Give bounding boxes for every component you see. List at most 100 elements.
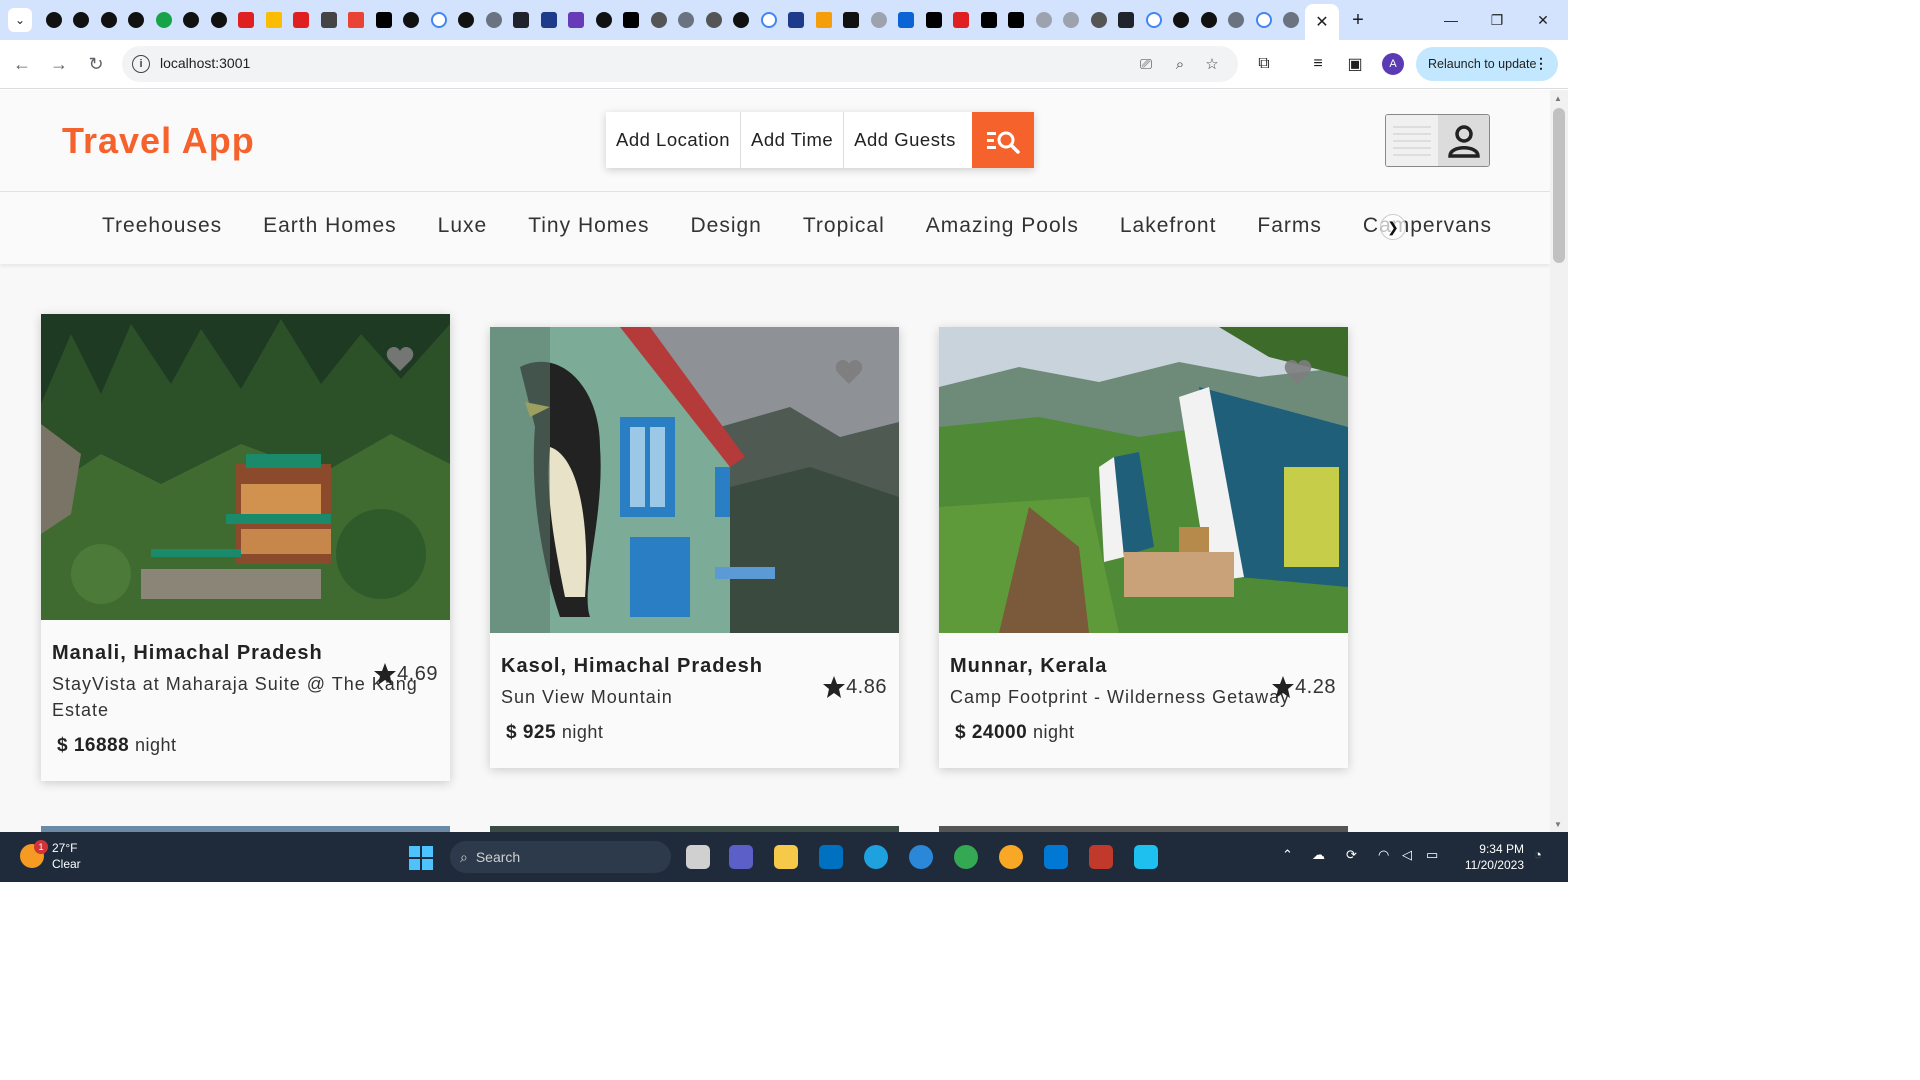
- listing-photo[interactable]: [490, 327, 899, 633]
- tab-github[interactable]: [1168, 8, 1196, 32]
- tab-medium[interactable]: [1003, 8, 1031, 32]
- tab-github[interactable]: [1195, 8, 1223, 32]
- active-tab-close-icon[interactable]: ✕: [1305, 4, 1339, 40]
- tab-drive[interactable]: [260, 8, 288, 32]
- chevron-right-icon[interactable]: ❯: [1380, 214, 1406, 240]
- address-bar[interactable]: i localhost:3001 ⎚ ⌕ ☆: [122, 46, 1238, 82]
- category-earth-homes[interactable]: Earth Homes: [263, 214, 397, 238]
- tab-youtube[interactable]: [233, 8, 261, 32]
- tab-globe[interactable]: [1223, 8, 1251, 32]
- tab-github[interactable]: [728, 8, 756, 32]
- listing-card[interactable]: Munnar, Kerala 4.28 Camp Footprint - Wil…: [939, 327, 1348, 768]
- battery-icon[interactable]: ▭: [1426, 847, 1438, 863]
- media-controls-icon[interactable]: ≡: [1307, 53, 1329, 75]
- heart-icon[interactable]: [386, 346, 414, 372]
- teams-icon[interactable]: [729, 845, 753, 869]
- snipping-tool-icon[interactable]: [1089, 845, 1113, 869]
- taskbar-search-input[interactable]: ⌕ Search: [450, 841, 671, 873]
- scroll-up-icon[interactable]: ▲: [1554, 94, 1562, 103]
- tab-google[interactable]: [1140, 8, 1168, 32]
- tab-react[interactable]: [508, 8, 536, 32]
- relaunch-button[interactable]: Relaunch to update ⋮: [1416, 47, 1558, 81]
- tab-github[interactable]: [178, 8, 206, 32]
- tab-youtube[interactable]: [948, 8, 976, 32]
- url-text[interactable]: localhost:3001: [160, 55, 250, 71]
- add-guests-button[interactable]: Add Guests: [844, 112, 966, 168]
- tab-outlook[interactable]: [893, 8, 921, 32]
- install-app-icon[interactable]: ⎚: [1136, 54, 1156, 74]
- minimize-icon[interactable]: —: [1428, 0, 1474, 40]
- tab-medium[interactable]: [618, 8, 646, 32]
- listing-photo[interactable]: [939, 327, 1348, 633]
- tab-globe[interactable]: [480, 8, 508, 32]
- tab-app[interactable]: [838, 8, 866, 32]
- tab-github[interactable]: [205, 8, 233, 32]
- category-farms[interactable]: Farms: [1257, 214, 1322, 238]
- tab-openai[interactable]: [865, 8, 893, 32]
- category-amazing-pools[interactable]: Amazing Pools: [926, 214, 1079, 238]
- tab-forms[interactable]: [563, 8, 591, 32]
- listing-card[interactable]: Kasol, Himachal Pradesh 4.86 Sun View Mo…: [490, 327, 899, 768]
- zoom-icon[interactable]: ⌕: [1170, 54, 1190, 74]
- onedrive-icon[interactable]: ☁: [1312, 847, 1325, 863]
- tab-openai[interactable]: [1058, 8, 1086, 32]
- tab-github[interactable]: [453, 8, 481, 32]
- tab-github[interactable]: [123, 8, 151, 32]
- more-menu-icon[interactable]: ⋮: [1534, 55, 1548, 72]
- site-info-icon[interactable]: i: [132, 55, 150, 73]
- tab-app[interactable]: [370, 8, 398, 32]
- tab-chart[interactable]: [810, 8, 838, 32]
- tab-search-button[interactable]: ⌄: [8, 8, 32, 32]
- wifi-icon[interactable]: ◠: [1378, 847, 1389, 863]
- vscode-icon[interactable]: [1044, 845, 1068, 869]
- close-window-icon[interactable]: ✕: [1520, 0, 1566, 40]
- edge-icon[interactable]: [864, 845, 888, 869]
- file-explorer-icon[interactable]: [774, 845, 798, 869]
- page-scrollbar[interactable]: ▲ ▼: [1550, 90, 1568, 832]
- listing-photo[interactable]: [41, 314, 450, 620]
- reload-icon[interactable]: ↻: [84, 52, 108, 76]
- tab-youtube[interactable]: [288, 8, 316, 32]
- scroll-down-icon[interactable]: ▼: [1554, 820, 1562, 829]
- restore-icon[interactable]: ❐: [1474, 0, 1520, 40]
- tab-openai[interactable]: [1085, 8, 1113, 32]
- tab-medium[interactable]: [975, 8, 1003, 32]
- tab-openai[interactable]: [1030, 8, 1058, 32]
- category-lakefront[interactable]: Lakefront: [1120, 214, 1217, 238]
- new-tab-button[interactable]: +: [1346, 8, 1370, 32]
- tab-app[interactable]: [150, 8, 178, 32]
- tab-medium[interactable]: [920, 8, 948, 32]
- search-button[interactable]: [972, 112, 1034, 168]
- clock[interactable]: 9:34 PM 11/20/2023: [1458, 841, 1524, 873]
- tab-app[interactable]: [315, 8, 343, 32]
- notepad-icon[interactable]: [1134, 845, 1158, 869]
- profile-avatar[interactable]: A: [1382, 53, 1404, 75]
- user-menu-button[interactable]: [1385, 114, 1490, 167]
- listing-card[interactable]: Manali, Himachal Pradesh 4.69 StayVista …: [41, 314, 450, 781]
- heart-icon[interactable]: [835, 359, 863, 385]
- notification-bell-icon[interactable]: ◔: [1534, 847, 1542, 862]
- tab-react[interactable]: [1113, 8, 1141, 32]
- sync-icon[interactable]: ⟳: [1346, 847, 1357, 863]
- side-panel-icon[interactable]: ▣: [1344, 53, 1366, 75]
- mysql-icon[interactable]: [819, 845, 843, 869]
- tab-app[interactable]: [783, 8, 811, 32]
- category-design[interactable]: Design: [690, 214, 761, 238]
- tab-google[interactable]: [755, 8, 783, 32]
- heart-icon[interactable]: [1284, 359, 1312, 385]
- scrollbar-thumb[interactable]: [1553, 108, 1565, 263]
- chrome-icon[interactable]: [954, 845, 978, 869]
- tab-globe[interactable]: [1278, 8, 1306, 32]
- tab-gmail[interactable]: [343, 8, 371, 32]
- forward-icon[interactable]: →: [47, 52, 71, 76]
- tab-globe[interactable]: [673, 8, 701, 32]
- tab-openai[interactable]: [645, 8, 673, 32]
- category-luxe[interactable]: Luxe: [438, 214, 488, 238]
- add-time-button[interactable]: Add Time: [741, 112, 845, 168]
- chevron-up-icon[interactable]: ⌃: [1282, 847, 1293, 863]
- back-icon[interactable]: ←: [10, 52, 34, 76]
- category-treehouses[interactable]: Treehouses: [102, 214, 222, 238]
- tab-google[interactable]: [1250, 8, 1278, 32]
- tab-github[interactable]: [590, 8, 618, 32]
- tab-openai[interactable]: [700, 8, 728, 32]
